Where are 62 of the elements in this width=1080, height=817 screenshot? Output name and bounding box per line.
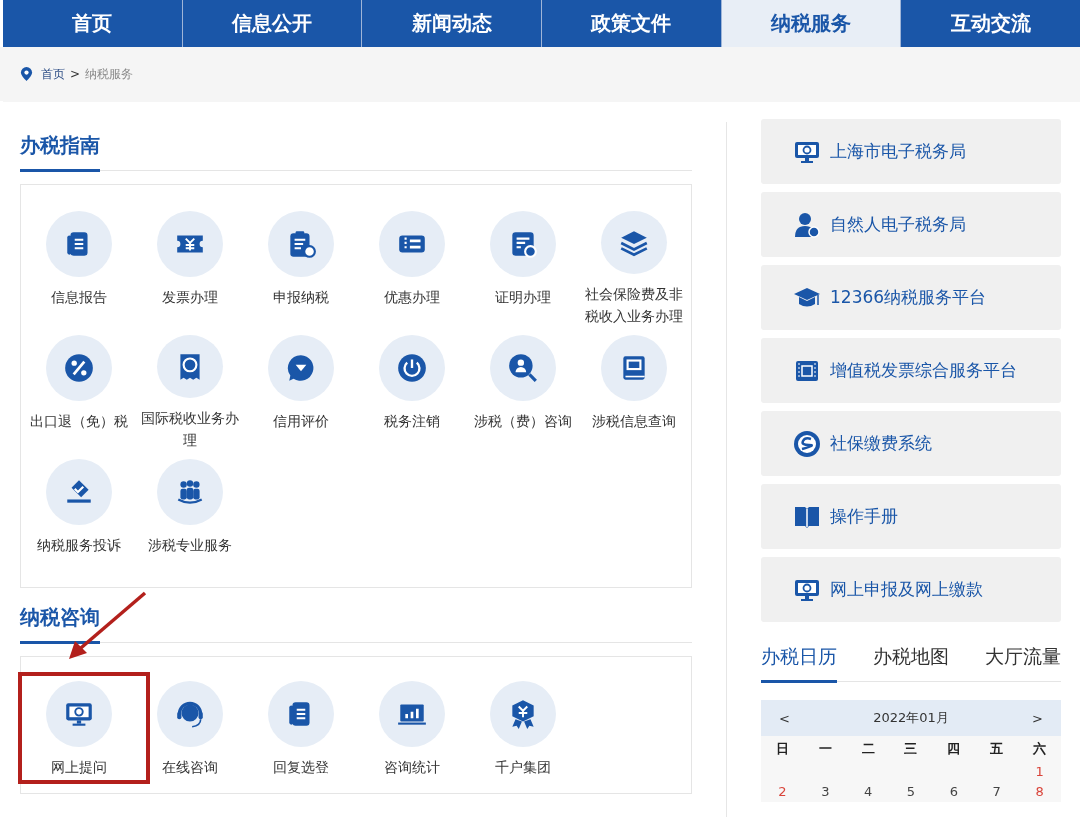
- next-month-button[interactable]: >: [1032, 710, 1043, 726]
- service-label[interactable]: 国际税收业务办理: [135, 407, 244, 451]
- service-label[interactable]: 涉税专业服务: [135, 534, 244, 556]
- nav-tab[interactable]: 互动交流: [901, 0, 1080, 47]
- service-label[interactable]: 涉税信息查询: [579, 410, 688, 432]
- nav-tab[interactable]: 首页: [3, 0, 183, 47]
- search-icon: [506, 352, 539, 384]
- service-label[interactable]: 涉税（费）咨询: [468, 410, 577, 432]
- service-label[interactable]: 出口退（免）税: [24, 410, 133, 432]
- weekday-label: 日: [774, 740, 790, 758]
- calendar-day[interactable]: 7: [975, 782, 1019, 802]
- service-label[interactable]: 信用评价: [246, 410, 355, 432]
- service-label[interactable]: 申报纳税: [246, 286, 355, 308]
- panel-tab[interactable]: 大厅流量: [985, 644, 1061, 681]
- service-label[interactable]: 信息报告: [24, 286, 133, 308]
- emblem-icon: [792, 428, 822, 459]
- panel-tab[interactable]: 办税日历: [761, 644, 837, 683]
- breadcrumb-link[interactable]: 首页: [41, 65, 65, 83]
- weekday-label: 四: [946, 740, 962, 758]
- weekday-label: 二: [860, 740, 876, 758]
- service-label[interactable]: 网上提问: [24, 756, 133, 778]
- calendar-day[interactable]: 4: [846, 782, 890, 802]
- calendar-day[interactable]: 6: [932, 782, 976, 802]
- link-button[interactable]: 增值税发票综合服务平台: [761, 338, 1061, 403]
- section-title: 办税指南: [20, 132, 100, 172]
- link-button[interactable]: 上海市电子税务局: [761, 119, 1061, 184]
- nav-tab[interactable]: 新闻动态: [362, 0, 542, 47]
- calendar-day[interactable]: 5: [889, 782, 933, 802]
- service-label[interactable]: 千户集团: [468, 756, 577, 778]
- service-label[interactable]: 回复选登: [246, 756, 355, 778]
- power-icon: [395, 352, 428, 384]
- panel-tab[interactable]: 办税地图: [873, 644, 949, 681]
- calendar-month: 2022年01月: [873, 709, 949, 727]
- breadcrumb-current: 纳税服务: [85, 65, 134, 83]
- calendar-day[interactable]: 8: [1018, 782, 1061, 802]
- service-label[interactable]: 社会保险费及非税收入业务办理: [579, 283, 688, 327]
- weekday-label: 一: [817, 740, 833, 758]
- weekday-label: 三: [903, 740, 919, 758]
- service-label[interactable]: 在线咨询: [135, 756, 244, 778]
- nav-tab[interactable]: 政策文件: [542, 0, 722, 47]
- nav-tab[interactable]: 信息公开: [182, 0, 363, 47]
- breadcrumb-separator: >: [70, 67, 81, 81]
- nav-tab[interactable]: 纳税服务: [721, 0, 902, 47]
- calendar-day[interactable]: 3: [803, 782, 847, 802]
- service-label[interactable]: 证明办理: [468, 286, 577, 308]
- service-label[interactable]: 税务注销: [357, 410, 466, 432]
- link-button[interactable]: 社保缴费系统: [761, 411, 1061, 476]
- link-button[interactable]: 自然人电子税务局: [761, 192, 1061, 257]
- calendar-day[interactable]: 1: [1018, 762, 1061, 782]
- service-label[interactable]: 咨询统计: [357, 756, 466, 778]
- link-button[interactable]: 操作手册: [761, 484, 1061, 549]
- service-label[interactable]: 发票办理: [135, 286, 244, 308]
- location-pin-icon: [20, 66, 33, 82]
- link-button[interactable]: 12366纳税服务平台: [761, 265, 1061, 330]
- prev-month-button[interactable]: <: [779, 710, 790, 726]
- calendar-day[interactable]: 2: [761, 782, 804, 802]
- link-button[interactable]: 网上申报及网上缴款: [761, 557, 1061, 622]
- service-label[interactable]: 纳税服务投诉: [24, 534, 133, 556]
- percent-icon: [62, 352, 95, 384]
- service-label[interactable]: 优惠办理: [357, 286, 466, 308]
- weekday-label: 五: [989, 740, 1005, 758]
- weekday-label: 六: [1032, 740, 1048, 758]
